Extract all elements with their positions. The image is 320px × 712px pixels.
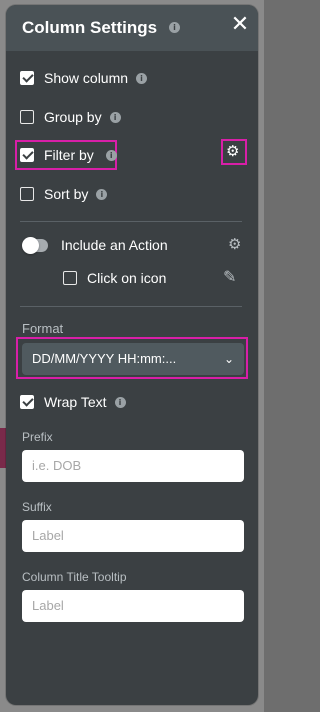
group-by-label: Group by bbox=[44, 109, 102, 125]
prefix-input[interactable]: i.e. DOB bbox=[22, 450, 244, 482]
group-by-option[interactable]: Group by i bbox=[20, 109, 121, 125]
format-label: Format bbox=[22, 321, 64, 336]
show-column-checkbox[interactable] bbox=[20, 71, 34, 85]
suffix-label: Suffix bbox=[22, 500, 52, 514]
sort-by-option[interactable]: Sort by i bbox=[20, 186, 108, 202]
filter-by-option[interactable]: Filter by i bbox=[20, 147, 117, 163]
click-on-icon-option[interactable]: Click on icon bbox=[63, 270, 166, 286]
format-select[interactable]: DD/MM/YYYY HH:mm:... ⌄ bbox=[22, 343, 244, 375]
column-settings-panel: Column Settings i ✕ Show column i Group … bbox=[6, 5, 258, 705]
action-settings-gear-icon[interactable]: ⚙ bbox=[228, 236, 241, 252]
edit-pencil-icon[interactable]: ✎ bbox=[223, 267, 236, 286]
wrap-text-label: Wrap Text bbox=[44, 394, 107, 410]
sort-by-label: Sort by bbox=[44, 186, 89, 202]
show-column-label: Show column bbox=[44, 70, 129, 86]
sort-by-checkbox[interactable] bbox=[20, 187, 34, 201]
wrap-text-info-icon[interactable]: i bbox=[114, 396, 126, 408]
title-info-icon[interactable]: i bbox=[169, 22, 180, 33]
close-icon[interactable]: ✕ bbox=[229, 13, 251, 35]
panel-header: Column Settings i ✕ bbox=[6, 5, 258, 51]
click-on-icon-label: Click on icon bbox=[87, 270, 167, 286]
prefix-label: Prefix bbox=[22, 430, 53, 444]
wrap-text-option[interactable]: Wrap Text i bbox=[20, 394, 126, 410]
filter-by-label: Filter by bbox=[44, 147, 94, 163]
show-column-info-icon[interactable]: i bbox=[136, 72, 148, 84]
filter-by-checkbox[interactable] bbox=[20, 148, 34, 162]
tooltip-input[interactable]: Label bbox=[22, 590, 244, 622]
filter-by-info-icon[interactable]: i bbox=[105, 149, 117, 161]
filter-settings-gear-icon[interactable]: ⚙ bbox=[226, 143, 239, 159]
click-on-icon-checkbox[interactable] bbox=[63, 271, 77, 285]
show-column-option[interactable]: Show column i bbox=[20, 70, 148, 86]
panel-title: Column Settings bbox=[22, 18, 158, 37]
divider bbox=[20, 306, 242, 307]
tooltip-label: Column Title Tooltip bbox=[22, 570, 127, 584]
sort-by-info-icon[interactable]: i bbox=[96, 188, 108, 200]
group-by-checkbox[interactable] bbox=[20, 110, 34, 124]
group-by-info-icon[interactable]: i bbox=[109, 111, 121, 123]
include-action-option[interactable]: Include an Action bbox=[22, 236, 168, 254]
format-selected-value: DD/MM/YYYY HH:mm:... bbox=[32, 351, 177, 366]
wrap-text-checkbox[interactable] bbox=[20, 395, 34, 409]
suffix-input[interactable]: Label bbox=[22, 520, 244, 552]
include-action-label: Include an Action bbox=[61, 237, 168, 253]
include-action-toggle[interactable] bbox=[22, 236, 48, 254]
chevron-down-icon: ⌄ bbox=[223, 352, 234, 366]
divider bbox=[20, 221, 242, 222]
